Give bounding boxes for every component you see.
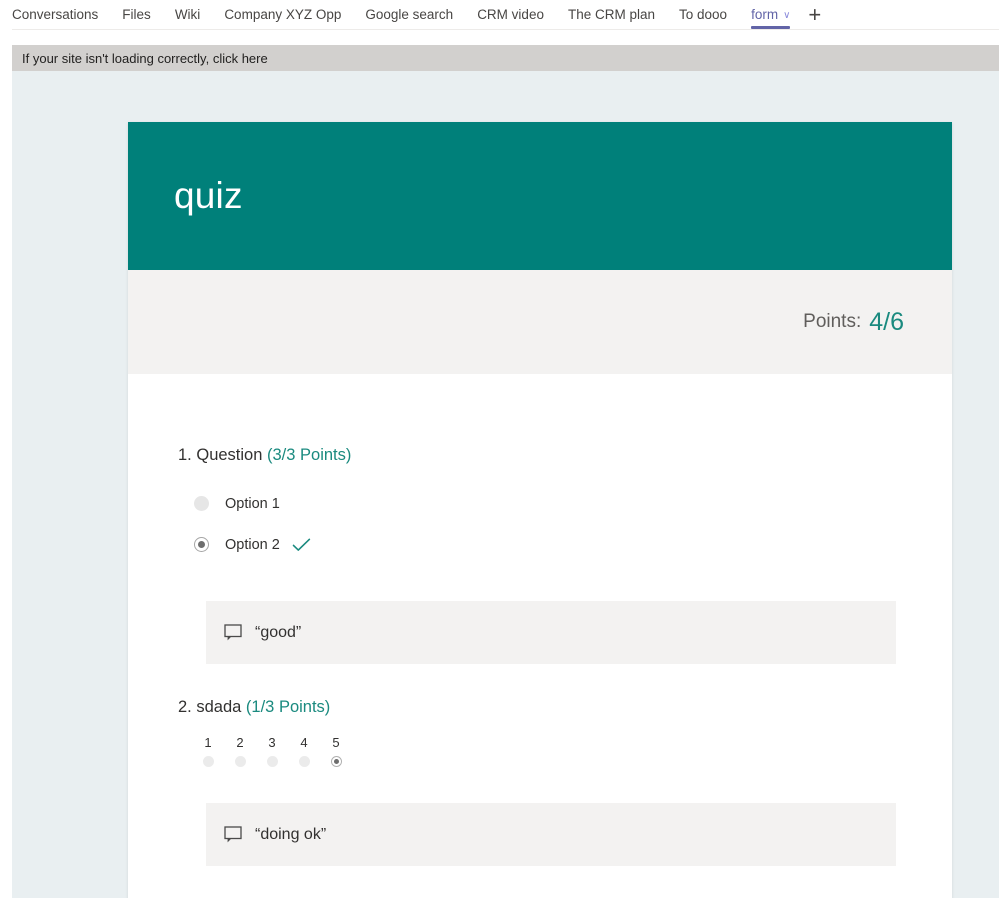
- site-loading-notification-bar[interactable]: If your site isn't loading correctly, cl…: [12, 45, 999, 71]
- tab-form[interactable]: form ∨: [751, 0, 791, 30]
- points-summary-band: Points: 4/6: [128, 270, 952, 374]
- question-2-number: 2.: [178, 698, 192, 716]
- question-1-comment-box: “good”: [206, 601, 896, 664]
- likert-label: 2: [236, 735, 244, 750]
- likert-label: 1: [204, 735, 212, 750]
- points-value: 4/6: [869, 307, 904, 336]
- tab-label: Conversations: [12, 7, 99, 22]
- question-1-text: Question: [196, 446, 263, 464]
- tab-strip: Conversations Files Wiki Company XYZ Opp…: [0, 0, 999, 30]
- question-2-likert-scale: 1 2 3 4 5: [178, 735, 924, 767]
- likert-label: 3: [268, 735, 276, 750]
- question-2-points: (1/3 Points): [245, 698, 331, 716]
- tab-label: Files: [122, 7, 151, 22]
- add-tab-button[interactable]: +: [808, 0, 821, 30]
- option-label: Option 1: [225, 495, 280, 512]
- likert-label: 4: [300, 735, 308, 750]
- likert-radio-unselected[interactable]: [266, 756, 278, 767]
- tab-strip-divider: [12, 29, 999, 30]
- likert-label: 5: [332, 735, 340, 750]
- question-block-2: 2. sdada (1/3 Points) 1 2 3 4 5 “doing o…: [128, 698, 952, 866]
- comment-text: “good”: [255, 623, 302, 641]
- question-1-title: 1. Question (3/3 Points): [178, 446, 924, 465]
- radio-button-selected[interactable]: [194, 537, 209, 552]
- question-2-comment-box: “doing ok”: [206, 803, 896, 866]
- tab-company-xyz-opp[interactable]: Company XYZ Opp: [224, 0, 341, 30]
- question-2-title: 2. sdada (1/3 Points): [178, 698, 924, 717]
- form-body: 1. Question (3/3 Points) Option 1 Option…: [128, 374, 952, 866]
- tab-label: CRM video: [477, 7, 544, 22]
- comment-bubble-icon: [224, 825, 243, 844]
- likert-radio-unselected[interactable]: [234, 756, 246, 767]
- likert-option[interactable]: 2: [224, 735, 256, 767]
- likert-option[interactable]: 5: [320, 735, 352, 767]
- notification-message: If your site isn't loading correctly, cl…: [22, 50, 268, 66]
- tab-label: To dooo: [679, 7, 728, 22]
- question-block-1: 1. Question (3/3 Points) Option 1 Option…: [128, 446, 952, 664]
- tab-crm-video[interactable]: CRM video: [477, 0, 544, 30]
- form-title: quiz: [174, 175, 243, 216]
- points-label: Points:: [803, 311, 862, 332]
- comment-text: “doing ok”: [255, 825, 327, 843]
- question-spacer: [128, 664, 952, 698]
- checkmark-icon: [292, 538, 311, 552]
- option-row[interactable]: Option 2: [194, 524, 924, 565]
- radio-button-unselected[interactable]: [194, 496, 209, 511]
- tab-conversations[interactable]: Conversations: [12, 0, 98, 30]
- tab-wiki[interactable]: Wiki: [175, 0, 201, 30]
- tab-files[interactable]: Files: [122, 0, 151, 30]
- likert-radio-selected[interactable]: [330, 756, 342, 767]
- form-header-banner: quiz: [128, 122, 952, 270]
- tab-google-search[interactable]: Google search: [365, 0, 453, 30]
- option-label: Option 2: [225, 536, 280, 553]
- tab-label: The CRM plan: [567, 7, 656, 22]
- likert-option[interactable]: 4: [288, 735, 320, 767]
- tab-label: Wiki: [174, 7, 201, 22]
- tab-label: form: [751, 7, 779, 22]
- likert-option[interactable]: 1: [192, 735, 224, 767]
- likert-radio-unselected[interactable]: [202, 756, 214, 767]
- question-2-text: sdada: [196, 698, 242, 716]
- comment-bubble-icon: [224, 623, 243, 642]
- tab-the-crm-plan[interactable]: The CRM plan: [568, 0, 655, 30]
- form-canvas: quiz Points: 4/6 1. Question (3/3 Points…: [12, 71, 999, 898]
- tab-to-dooo[interactable]: To dooo: [679, 0, 727, 30]
- tab-label: Company XYZ Opp: [224, 7, 342, 22]
- option-row[interactable]: Option 1: [194, 483, 924, 524]
- likert-option[interactable]: 3: [256, 735, 288, 767]
- tab-label: Google search: [365, 7, 454, 22]
- question-1-options: Option 1 Option 2: [178, 483, 924, 565]
- question-1-number: 1.: [178, 446, 192, 464]
- form-card: quiz Points: 4/6 1. Question (3/3 Points…: [128, 122, 952, 898]
- likert-radio-unselected[interactable]: [298, 756, 310, 767]
- question-1-points: (3/3 Points): [267, 446, 352, 464]
